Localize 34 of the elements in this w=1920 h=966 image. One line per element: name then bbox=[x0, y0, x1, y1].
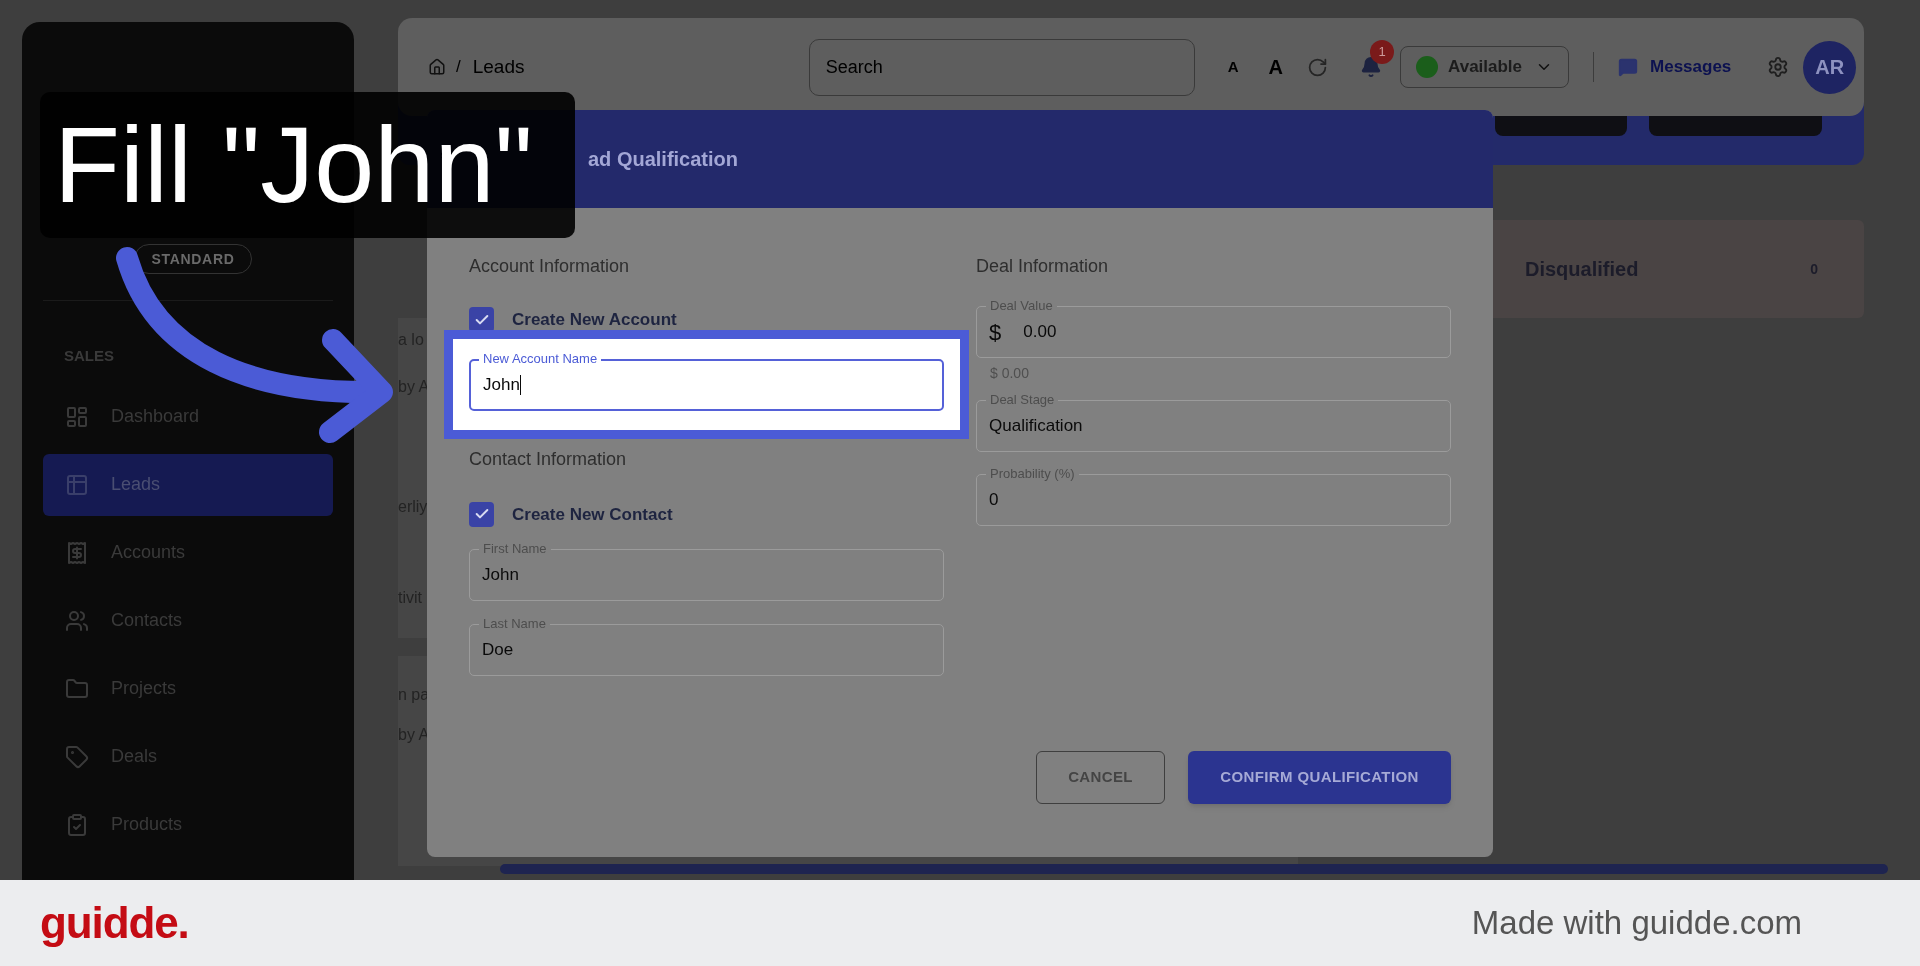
breadcrumb-link[interactable]: Leads bbox=[472, 52, 809, 82]
brand-logo: guidde. bbox=[40, 897, 189, 949]
checkbox-label[interactable]: Create New Account bbox=[512, 307, 677, 333]
section-heading: Deal Information bbox=[976, 255, 1110, 277]
cancel-button[interactable]: CANCEL bbox=[1036, 751, 1165, 804]
section-heading: Account Information bbox=[469, 255, 631, 277]
large-font-button[interactable]: A bbox=[1268, 52, 1284, 82]
breadcrumb-separator: / bbox=[456, 56, 461, 79]
section-heading: Contact Information bbox=[469, 447, 628, 470]
messages-link[interactable]: Messages bbox=[1650, 54, 1732, 80]
settings-icon[interactable] bbox=[1767, 56, 1790, 78]
credit-text: Made with guidde.com bbox=[1471, 903, 1802, 944]
status-dropdown[interactable]: Available bbox=[1400, 46, 1570, 88]
small-font-button[interactable]: A bbox=[1227, 55, 1239, 79]
home-icon[interactable] bbox=[428, 58, 446, 76]
dashboard-icon bbox=[65, 404, 89, 429]
search-field[interactable]: Search bbox=[808, 38, 1195, 96]
tag-icon bbox=[65, 744, 89, 769]
instruction-tooltip: Fill "John" bbox=[40, 92, 575, 238]
refresh-icon[interactable] bbox=[1307, 56, 1329, 78]
dialog-title: ad Qualification bbox=[588, 147, 739, 172]
table-icon bbox=[65, 472, 89, 497]
checkbox[interactable] bbox=[469, 307, 494, 333]
checkbox[interactable] bbox=[469, 501, 494, 527]
checkbox-label[interactable]: Create New Contact bbox=[512, 501, 673, 527]
clipboard-check-icon bbox=[65, 812, 89, 837]
confirm-button[interactable]: CONFIRM QUALIFICATION bbox=[1188, 751, 1451, 804]
people-icon bbox=[65, 608, 89, 633]
folder-icon bbox=[65, 676, 89, 701]
bell-icon[interactable] bbox=[1360, 56, 1383, 78]
notification-badge: 1 bbox=[1370, 40, 1395, 64]
user-avatar[interactable]: AR bbox=[1803, 40, 1857, 94]
message-icon[interactable] bbox=[1618, 57, 1639, 77]
receipt-icon bbox=[65, 540, 89, 565]
